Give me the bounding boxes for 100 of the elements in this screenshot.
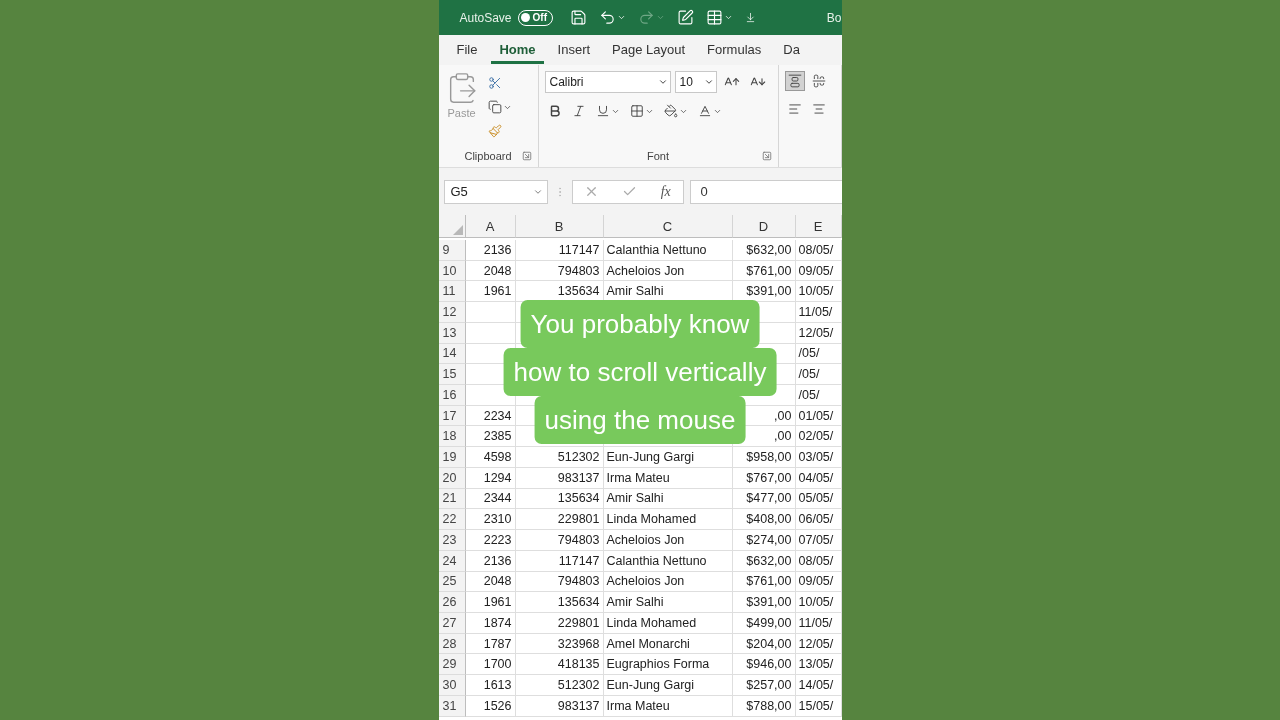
table-cell: 2223: [465, 530, 516, 551]
column-header[interactable]: A: [465, 215, 516, 238]
table-cell: 06/05/: [795, 509, 842, 531]
table-cell: Eun-Jung Gargi: [603, 447, 733, 468]
table-cell: 512302: [515, 675, 604, 696]
row-header[interactable]: 11: [438, 281, 466, 303]
row-header[interactable]: 21: [438, 488, 466, 510]
table-cell: /05/: [795, 385, 842, 406]
name-box[interactable]: G5: [443, 179, 548, 204]
align-center-icon: [811, 102, 826, 116]
row-header[interactable]: 20: [438, 467, 466, 489]
customize-icon: [745, 12, 756, 23]
column-header[interactable]: E: [795, 215, 842, 238]
ribbon-tab[interactable]: Formulas: [699, 36, 770, 64]
table-cell: $257,00: [732, 675, 796, 696]
form-icon: [677, 9, 694, 26]
scissors-icon: [487, 76, 502, 90]
table-cell: 01/05/: [795, 405, 842, 427]
row-header[interactable]: 16: [438, 385, 466, 406]
table-cell: Calanthia Nettuno: [603, 240, 733, 261]
ribbon-tab[interactable]: Insert: [549, 36, 599, 64]
align-middle-icon: [811, 74, 826, 88]
launcher-icon[interactable]: [521, 151, 532, 161]
table-cell: 2385: [465, 426, 516, 448]
row-header[interactable]: 9: [438, 240, 466, 261]
ribbon-tab[interactable]: Page Layout: [604, 36, 694, 64]
column-header[interactable]: C: [603, 215, 733, 238]
table-cell: 1961: [465, 281, 516, 303]
table-cell: 10/05/: [795, 592, 842, 613]
ribbon-tab[interactable]: File: [448, 36, 486, 64]
table-cell: Eun-Jung Gargi: [603, 675, 733, 696]
table-cell: $632,00: [732, 550, 796, 572]
table-cell: 229801: [515, 612, 604, 634]
table-cell: $408,00: [732, 509, 796, 531]
insert-function-button[interactable]: fx: [660, 183, 671, 200]
table-cell: 08/05/: [795, 240, 842, 261]
borders-icon: [629, 104, 644, 118]
table-cell: 2344: [465, 488, 516, 510]
table-cell: 135634: [515, 592, 604, 613]
row-header[interactable]: 23: [438, 530, 466, 551]
row-header[interactable]: 10: [438, 260, 466, 282]
row-header[interactable]: 31: [438, 695, 466, 717]
row-header[interactable]: 12: [438, 302, 466, 323]
table-cell: 13/05/: [795, 654, 842, 676]
table-cell: 512302: [515, 447, 604, 468]
ribbon-tab[interactable]: Da: [775, 36, 808, 64]
table-cell: Linda Mohamed: [603, 612, 733, 634]
table-cell: 15/05/: [795, 695, 842, 717]
row-header[interactable]: 27: [438, 612, 466, 634]
table-cell: 10/05/: [795, 281, 842, 303]
table-cell: $204,00: [732, 633, 796, 655]
formula-field[interactable]: 0: [689, 179, 842, 204]
italic-icon: [571, 104, 586, 118]
window-title: Bo: [826, 10, 842, 25]
row-header[interactable]: 25: [438, 571, 466, 593]
undo-icon: [599, 9, 616, 26]
copy-icon: [487, 100, 502, 114]
table-cell: 11/05/: [795, 302, 842, 323]
row-header[interactable]: 17: [438, 405, 466, 427]
table-cell: 09/05/: [795, 571, 842, 593]
table-cell: 09/05/: [795, 260, 842, 282]
row-header[interactable]: 15: [438, 364, 466, 386]
table-cell: 794803: [515, 571, 604, 593]
font-name-field[interactable]: Calibri: [544, 71, 671, 93]
table-cell: 1874: [465, 612, 516, 634]
table-cell: 2234: [465, 405, 516, 427]
table-cell: 2136: [465, 240, 516, 261]
table-cell: 418135: [515, 654, 604, 676]
table-cell: 117147: [515, 240, 604, 261]
alignment-button[interactable]: [784, 71, 805, 91]
table-cell: $632,00: [732, 240, 796, 261]
row-header[interactable]: 29: [438, 654, 466, 676]
autosave-label: AutoSave: [459, 10, 512, 25]
row-header[interactable]: 26: [438, 592, 466, 613]
column-header[interactable]: B: [515, 215, 604, 238]
launcher-icon[interactable]: [761, 151, 772, 161]
table-cell: 117147: [515, 550, 604, 572]
font-size-field[interactable]: 10: [674, 71, 717, 93]
table-cell: 03/05/: [795, 447, 842, 468]
table-cell: Amir Salhi: [603, 488, 733, 510]
table-cell: 2048: [465, 571, 516, 593]
table-cell: Acheloios Jon: [603, 530, 733, 551]
column-header[interactable]: D: [732, 215, 796, 238]
row-header[interactable]: 13: [438, 322, 466, 344]
row-header[interactable]: 30: [438, 675, 466, 696]
row-header[interactable]: 28: [438, 633, 466, 655]
align-top-icon: [787, 74, 802, 88]
row-header[interactable]: 22: [438, 509, 466, 531]
table-cell: Amir Salhi: [603, 592, 733, 613]
table-cell: Calanthia Nettuno: [603, 550, 733, 572]
table-cell: 08/05/: [795, 550, 842, 572]
table-cell: 983137: [515, 695, 604, 717]
row-header[interactable]: 24: [438, 550, 466, 572]
table-cell: 2136: [465, 550, 516, 572]
row-header[interactable]: 14: [438, 343, 466, 365]
table-cell: 135634: [515, 488, 604, 510]
row-header[interactable]: 18: [438, 426, 466, 448]
group-label: Font: [647, 150, 669, 162]
table-cell: 2310: [465, 509, 516, 531]
row-header[interactable]: 19: [438, 447, 466, 468]
